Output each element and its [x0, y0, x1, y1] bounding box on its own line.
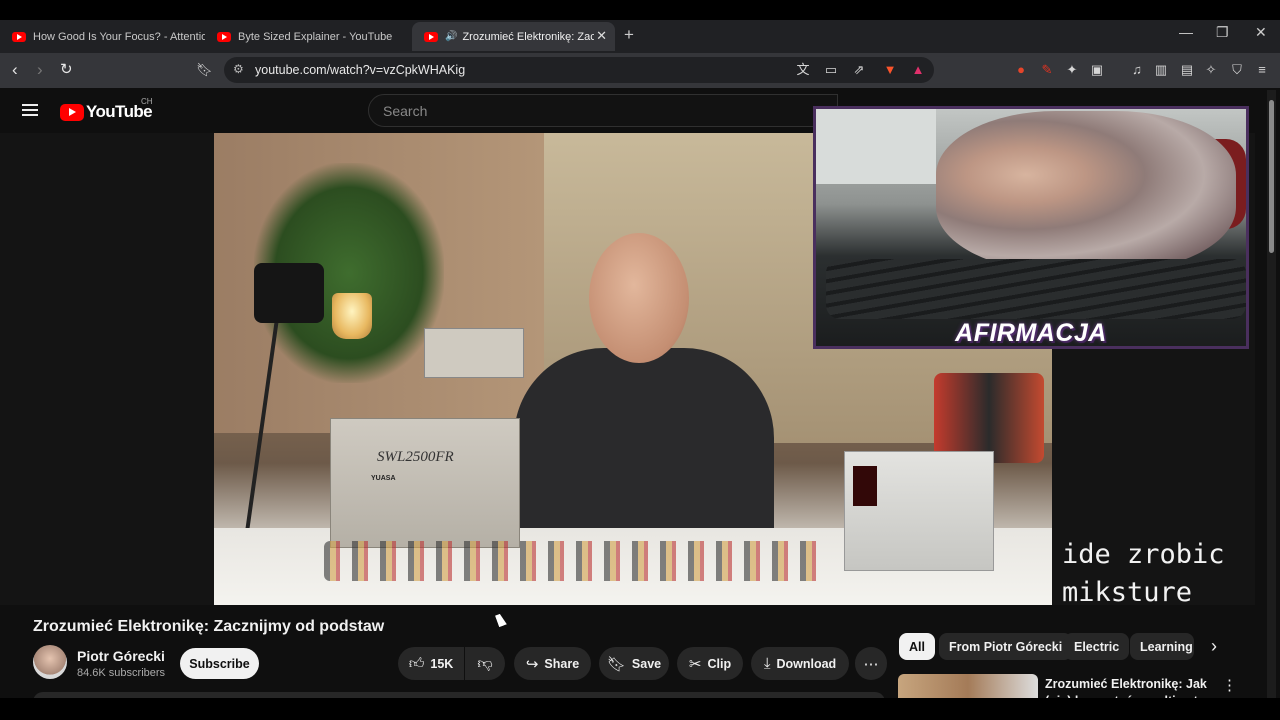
search-input[interactable]: Search — [368, 94, 838, 127]
download-label: Download — [776, 656, 837, 671]
channel-avatar[interactable] — [33, 645, 67, 679]
dislike-button[interactable]: 👎︎ — [465, 647, 505, 680]
menu-icon[interactable]: ≡ — [1254, 62, 1270, 78]
thumbs-up-icon: 👍︎ — [408, 654, 425, 672]
recommendation-thumbnail[interactable] — [898, 674, 1038, 698]
reload-icon[interactable]: ↻ — [60, 60, 73, 80]
chip-learning[interactable]: Learning — [1130, 633, 1194, 660]
chevron-right-icon[interactable]: › — [1200, 633, 1228, 660]
new-tab-button[interactable]: + — [624, 26, 634, 44]
page-scrollbar[interactable] — [1267, 90, 1276, 698]
video-lamp — [332, 293, 372, 339]
cast-icon[interactable]: ▭ — [823, 62, 839, 78]
share-button[interactable]: ↪ Share — [514, 647, 591, 680]
more-actions-button[interactable]: ⋯ — [855, 647, 887, 680]
channel-subscribers: 84.6K subscribers — [77, 667, 166, 679]
leo-ai-icon[interactable]: ✧ — [1203, 62, 1219, 78]
battery-model: SWL2500FR — [377, 449, 454, 465]
forward-arrow-icon[interactable]: › — [37, 60, 43, 80]
extension-pen-icon[interactable]: ✎ — [1039, 62, 1055, 78]
download-icon: ⤓ — [763, 655, 771, 672]
youtube-logo[interactable]: YouTube CH — [60, 97, 153, 122]
recommendation-more-icon[interactable]: ⋮ — [1222, 676, 1237, 694]
screen: How Good Is Your Focus? - Attention Byte… — [0, 0, 1280, 720]
vpn-icon[interactable]: ⛉ — [1229, 62, 1245, 78]
save-button[interactable]: 🔖︎ Save — [599, 647, 669, 680]
brave-rewards-icon[interactable]: ▲ — [910, 62, 926, 78]
search-placeholder: Search — [383, 103, 428, 119]
scissors-icon: ✂ — [688, 655, 702, 673]
share-label: Share — [544, 656, 580, 671]
tab-label: Byte Sized Explainer - YouTube — [238, 30, 393, 43]
extension-red-icon[interactable]: ● — [1013, 62, 1029, 78]
more-icon: ⋯ — [863, 655, 879, 673]
share-icon: ↪ — [525, 655, 539, 673]
media-icon[interactable]: ♫ — [1129, 62, 1145, 78]
webcam-person — [936, 111, 1236, 271]
youtube-favicon-icon — [424, 31, 438, 42]
restore-icon[interactable]: ❐ — [1216, 24, 1229, 41]
youtube-play-icon — [60, 103, 84, 121]
video-title: Zrozumieć Elektronikę: Zacznijmy od pods… — [33, 618, 385, 635]
thumbs-down-icon: 👎︎ — [477, 654, 493, 672]
video-components — [324, 541, 824, 581]
close-window-icon[interactable]: ✕ — [1255, 24, 1267, 41]
tab-label: Zrozumieć Elektronikę: Zaczni — [462, 30, 595, 43]
minimize-icon[interactable]: — — [1179, 24, 1193, 40]
download-button[interactable]: ⤓ Download — [751, 647, 849, 680]
country-code: CH — [141, 97, 153, 106]
chip-all[interactable]: All — [899, 633, 935, 660]
tab-zrozumiec-active[interactable]: 🔊 Zrozumieć Elektronikę: Zaczni ✕ — [412, 22, 615, 51]
sidebar-icon[interactable]: ▥ — [1153, 62, 1169, 78]
speaker-icon[interactable]: 🔊 — [445, 31, 457, 42]
tab-focus[interactable]: How Good Is Your Focus? - Attention — [0, 22, 205, 51]
guide-menu-icon[interactable] — [22, 104, 38, 116]
tab-label: How Good Is Your Focus? - Attention — [33, 30, 205, 43]
webcam-caption: AFIRMACJA — [955, 319, 1107, 347]
battery-brand: YUASA — [371, 475, 396, 482]
video-presenter-head — [589, 233, 689, 363]
site-settings-icon[interactable]: ⚙ — [233, 62, 244, 76]
bookmark-icon[interactable]: 🔖︎ — [196, 62, 213, 78]
like-count: 15K — [430, 656, 454, 671]
brave-shields-icon[interactable]: ▼ — [882, 62, 898, 78]
stream-overlay-text: ide zrobic miksture — [1062, 539, 1225, 608]
psu-display — [853, 466, 877, 506]
back-arrow-icon[interactable]: ‹ — [12, 60, 18, 80]
video-multimeters — [934, 373, 1044, 463]
chip-from-channel[interactable]: From Piotr Górecki — [939, 633, 1073, 660]
screenshot-icon[interactable]: ▣ — [1089, 62, 1105, 78]
youtube-favicon-icon — [217, 31, 231, 42]
clip-label: Clip — [707, 656, 732, 671]
description-box[interactable] — [33, 692, 885, 698]
video-power-supply — [844, 451, 994, 571]
url-text: youtube.com/watch?v=vzCpkWHAKig — [255, 63, 466, 77]
browser-toolbar: ‹ › ↻ 🔖︎ ⚙ youtube.com/watch?v=vzCpkWHAK… — [0, 53, 1280, 88]
webcam-overlay: AFIRMACJA — [813, 106, 1249, 349]
recommendation-title[interactable]: Zrozumieć Elektronikę: Jak (nie) korzyst… — [1045, 676, 1225, 698]
channel-name[interactable]: Piotr Górecki — [77, 648, 165, 664]
video-camera — [254, 263, 324, 323]
scrollbar-thumb[interactable] — [1269, 100, 1274, 253]
webcam-window — [816, 109, 936, 184]
close-tab-icon[interactable]: ✕ — [596, 28, 607, 44]
wallet-icon[interactable]: ▤ — [1179, 62, 1195, 78]
video-presenter-body — [514, 348, 774, 548]
youtube-favicon-icon — [12, 31, 26, 42]
chip-electric[interactable]: Electric — [1064, 633, 1130, 660]
webcam-keyboard — [826, 259, 1246, 319]
video-battery: SWL2500FR YUASA — [330, 418, 520, 548]
translate-icon[interactable]: 文 — [795, 62, 811, 78]
video-equipment — [424, 328, 524, 378]
clip-button[interactable]: ✂ Clip — [677, 647, 743, 680]
tab-strip: How Good Is Your Focus? - Attention Byte… — [0, 20, 1280, 53]
tab-byte-sized[interactable]: Byte Sized Explainer - YouTube — [205, 22, 410, 51]
share-page-icon[interactable]: ⇗ — [851, 62, 867, 78]
like-button[interactable]: 👍︎ 15K — [398, 647, 464, 680]
save-label: Save — [631, 656, 662, 671]
subscribe-button[interactable]: Subscribe — [180, 648, 259, 679]
save-icon: 🔖︎ — [606, 655, 626, 673]
extensions-puzzle-icon[interactable]: ✦ — [1064, 62, 1080, 78]
